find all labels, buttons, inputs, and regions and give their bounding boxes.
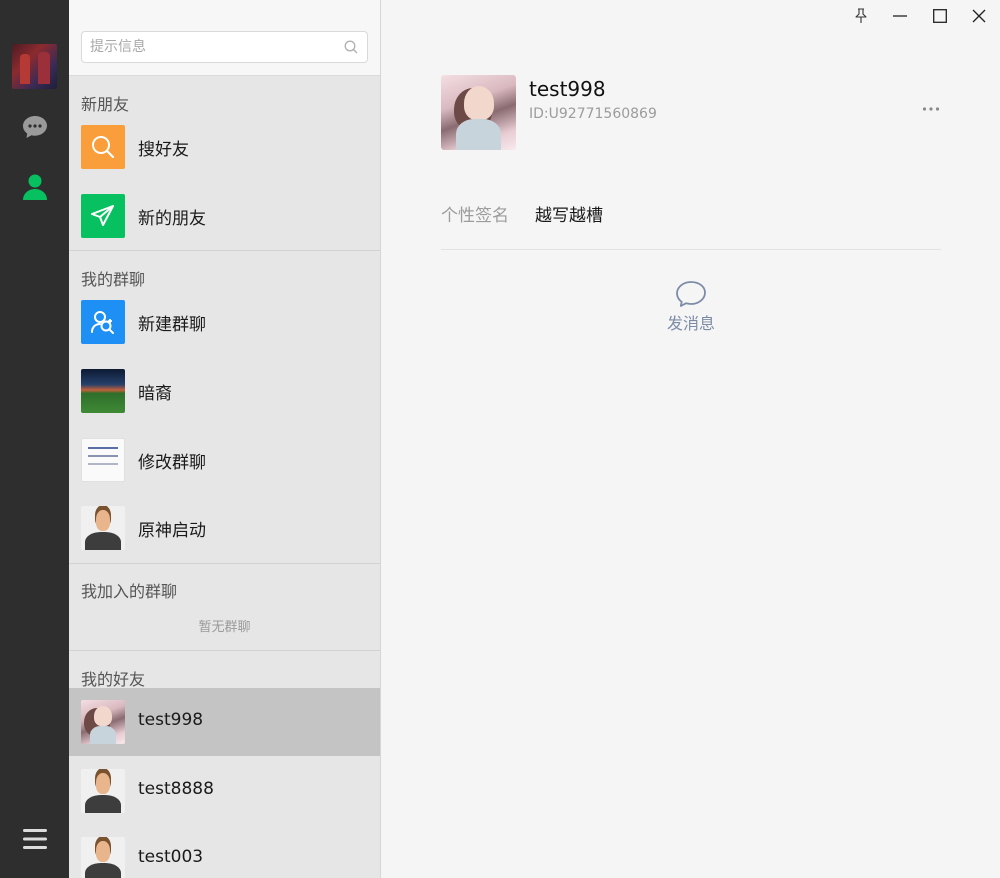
group-avatar: [81, 369, 125, 413]
list-item-label: 暗裔: [138, 384, 172, 404]
create-group-tile: [81, 300, 125, 344]
profile-avatar[interactable]: [441, 75, 516, 150]
search-icon[interactable]: [344, 40, 358, 54]
list-item-group[interactable]: 原神启动: [69, 494, 380, 562]
more-options-icon[interactable]: [920, 100, 942, 118]
section-divider: [69, 650, 380, 651]
empty-groups-note: 暂无群聊: [198, 620, 251, 635]
send-message-button[interactable]: 发消息: [651, 280, 731, 338]
list-item-label: test003: [138, 847, 204, 867]
new-friends-tile: [81, 194, 125, 238]
list-item-label: 搜好友: [138, 140, 189, 160]
list-item-friend-selected[interactable]: test998: [69, 688, 380, 756]
section-title-my-friends: 我的好友: [81, 670, 146, 689]
section-title-my-groups: 我的群聊: [81, 270, 146, 289]
friend-avatar: [81, 769, 125, 813]
section-title-new-friends: 新朋友: [81, 95, 130, 114]
search-box[interactable]: [81, 31, 368, 63]
list-item-group[interactable]: 修改群聊: [69, 426, 380, 494]
profile-name: test998: [529, 77, 606, 101]
add-group-icon: [91, 311, 114, 334]
contacts-list-panel: 新朋友 搜好友 新的朋友 我的群聊: [69, 0, 381, 878]
list-item-label: test998: [138, 710, 204, 730]
close-icon[interactable]: [969, 6, 989, 26]
send-message-label: 发消息: [666, 314, 715, 333]
friend-avatar: [81, 837, 125, 878]
my-avatar[interactable]: [12, 44, 57, 89]
list-item-label: 修改群聊: [138, 453, 206, 473]
signature-label: 个性签名: [441, 206, 509, 226]
list-item-search-friends[interactable]: 搜好友: [69, 113, 380, 181]
list-item-label: test8888: [138, 779, 214, 799]
left-navigation-rail: [0, 0, 69, 878]
minimize-icon[interactable]: [890, 6, 910, 26]
list-item-label: 新建群聊: [138, 315, 206, 335]
list-item-friend[interactable]: test003: [69, 825, 380, 878]
contacts-person-icon[interactable]: [22, 174, 48, 200]
friend-avatar: [81, 700, 125, 744]
profile-divider: [441, 249, 941, 250]
group-avatar: [81, 506, 125, 550]
maximize-icon[interactable]: [930, 6, 950, 26]
list-item-group[interactable]: 暗裔: [69, 357, 380, 425]
search-bar-area: [69, 0, 380, 76]
section-divider: [69, 563, 380, 564]
search-icon: [92, 136, 115, 159]
list-item-new-friends[interactable]: 新的朋友: [69, 182, 380, 250]
list-item-label: 新的朋友: [138, 209, 206, 229]
pin-icon[interactable]: [851, 6, 871, 26]
list-item-friend[interactable]: test8888: [69, 757, 380, 825]
list-item-create-group[interactable]: 新建群聊: [69, 288, 380, 356]
chat-bubble-icon[interactable]: [22, 114, 48, 140]
hamburger-menu-icon[interactable]: [22, 826, 48, 852]
section-title-joined-groups: 我加入的群聊: [81, 582, 178, 601]
message-bubble-icon: [676, 281, 706, 307]
signature-value: 越写越槽: [535, 206, 603, 226]
list-item-label: 原神启动: [138, 521, 206, 541]
search-friends-tile: [81, 125, 125, 169]
friend-detail-panel: test998 ID:U92771560869 个性签名 越写越槽 发消息: [381, 0, 1000, 878]
search-input[interactable]: [82, 32, 332, 62]
section-divider: [69, 250, 380, 251]
group-avatar: [81, 438, 125, 482]
paper-plane-icon: [91, 205, 114, 226]
profile-id: ID:U92771560869: [529, 106, 657, 122]
